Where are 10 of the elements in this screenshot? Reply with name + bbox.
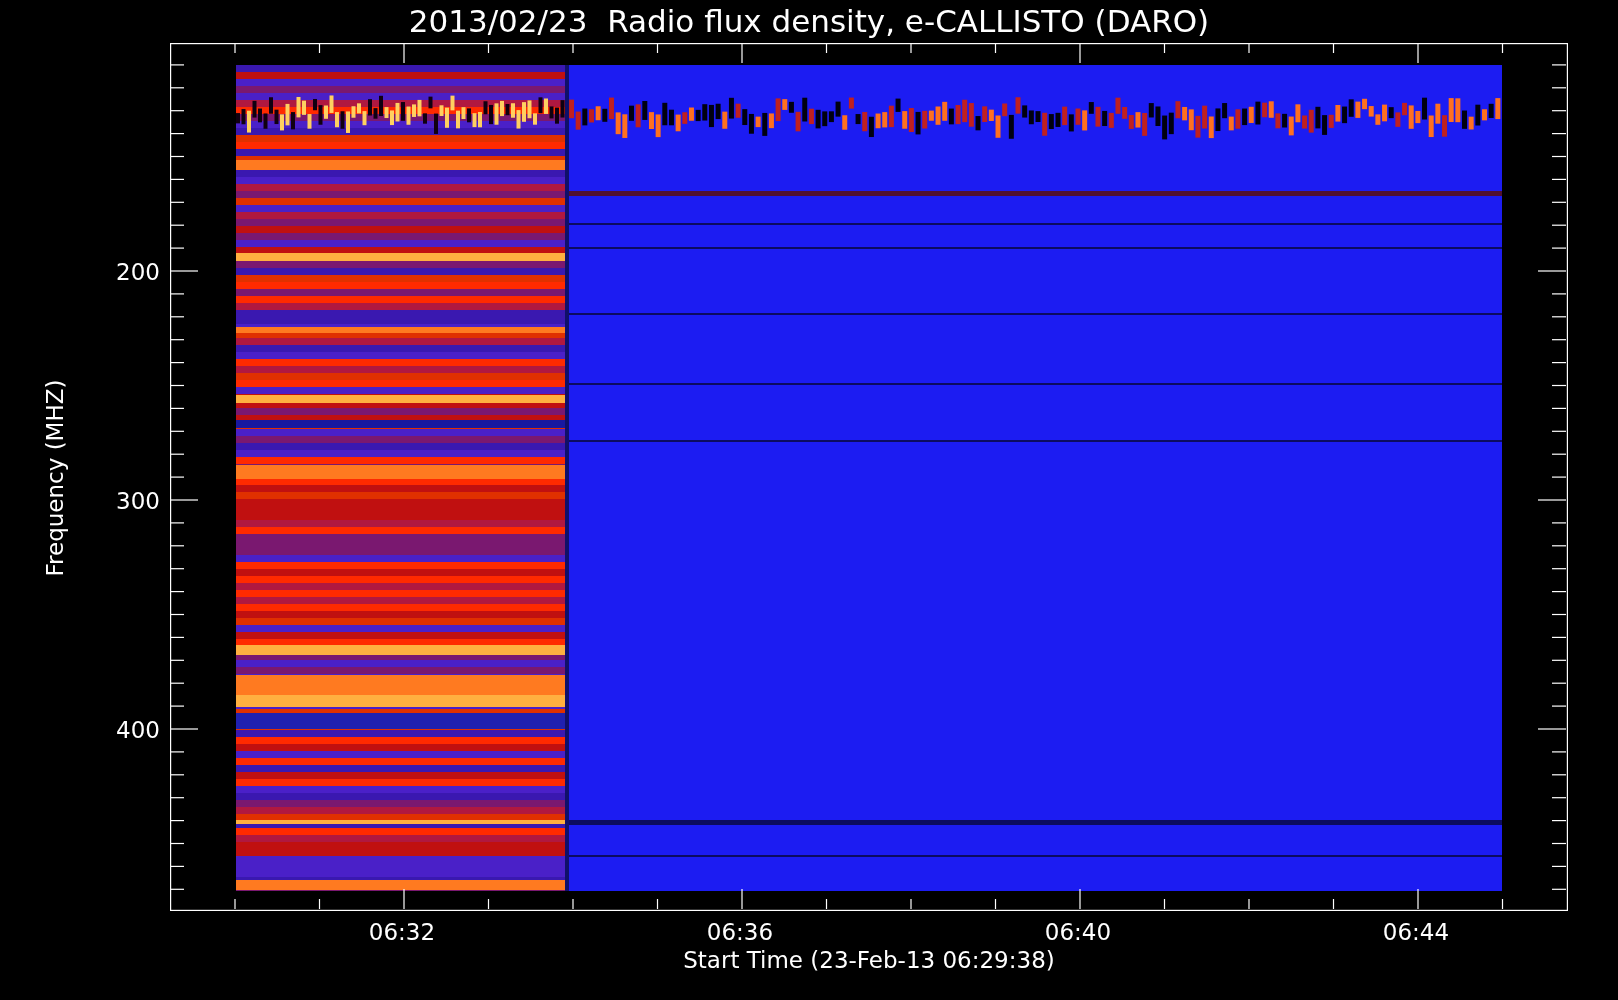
y-tick-label: 400 <box>116 718 160 742</box>
x-tick-label: 06:44 <box>1382 921 1450 944</box>
y-tick-label: 200 <box>116 260 160 284</box>
y-tick-label: 300 <box>116 489 160 513</box>
y-axis-label: Frequency (MHZ) <box>42 379 68 577</box>
x-tick-label: 06:40 <box>1044 921 1112 944</box>
x-tick-label: 06:32 <box>368 921 436 944</box>
x-tick-label: 06:36 <box>706 921 774 944</box>
x-axis-label: Start Time (23-Feb-13 06:29:38) <box>683 949 1055 972</box>
chart-title: 2013/02/23 Radio flux density, e-CALLISTO (DARO) <box>408 6 1210 37</box>
